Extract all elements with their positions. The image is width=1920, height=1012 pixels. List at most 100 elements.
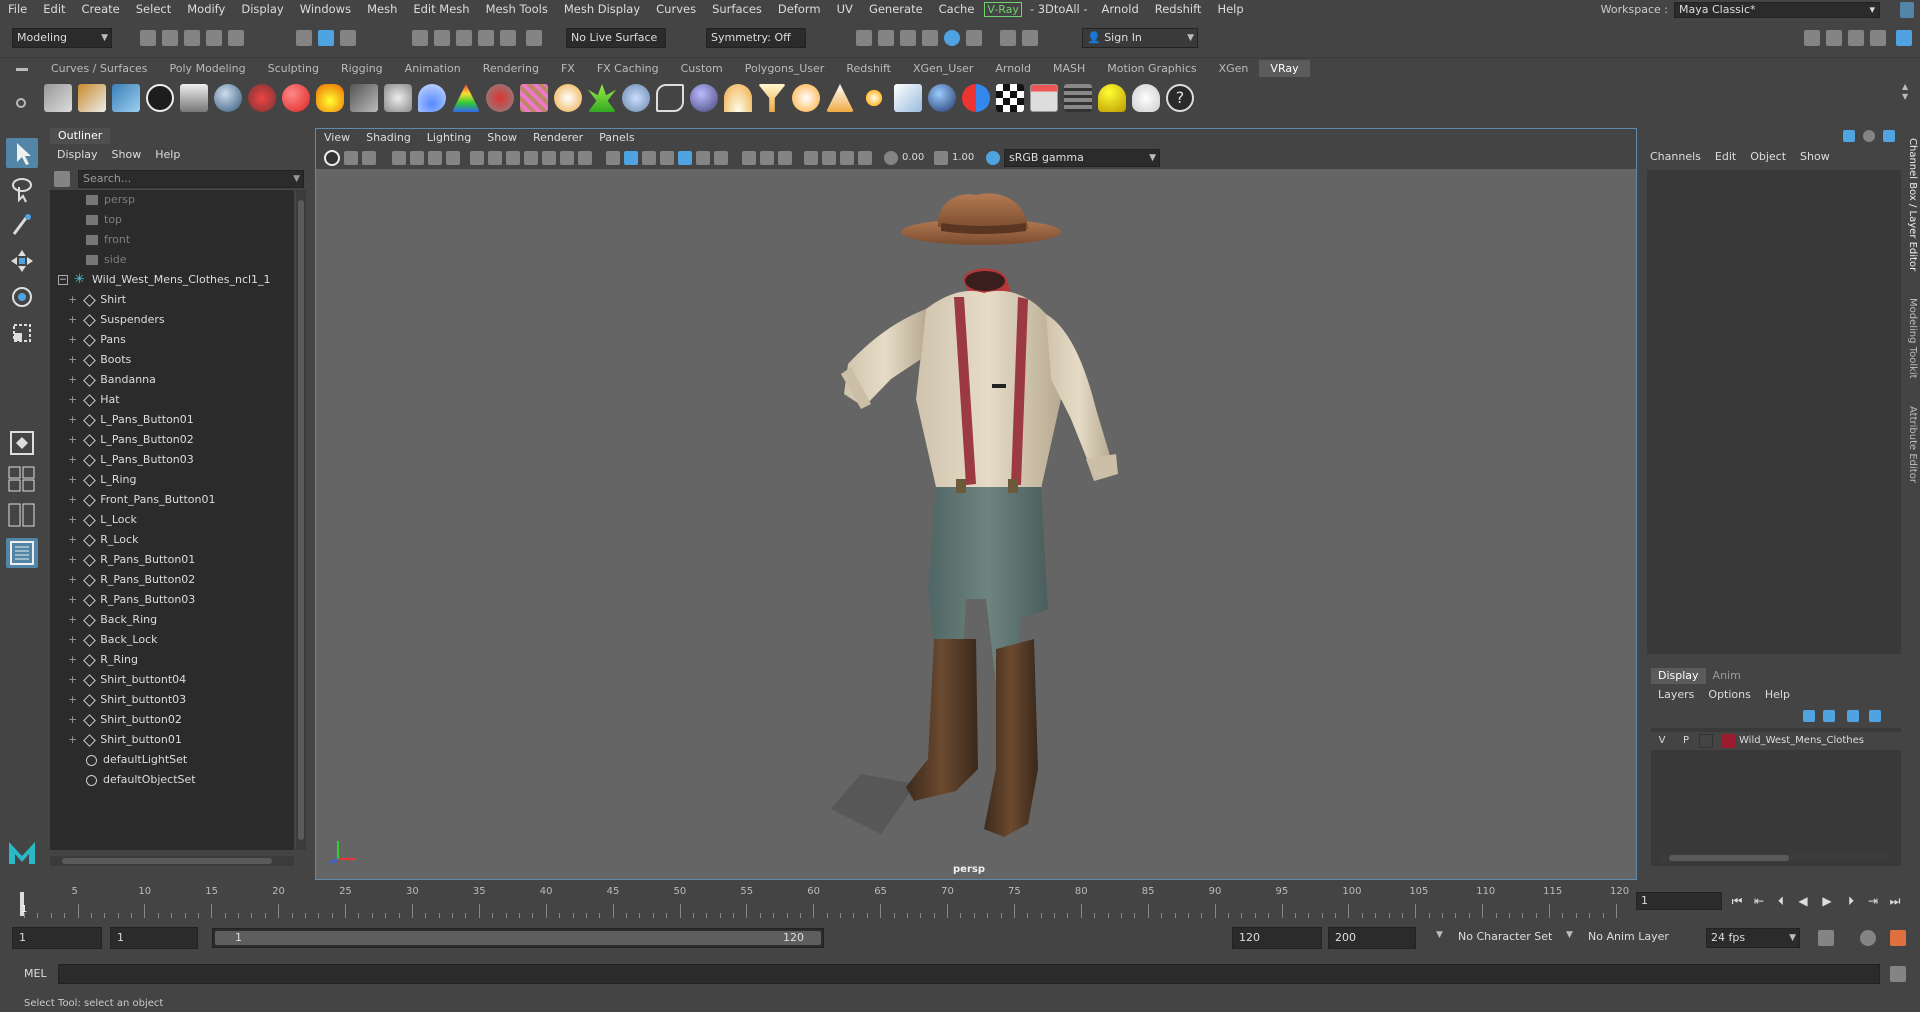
shelf-tab-animation[interactable]: Animation xyxy=(393,60,472,77)
vray-render-icon[interactable] xyxy=(1000,30,1016,46)
playback-range-handle[interactable] xyxy=(215,931,821,945)
shelf-tab-sculpting[interactable]: Sculpting xyxy=(256,60,330,77)
play-forwards-icon[interactable]: ▶ xyxy=(1820,894,1834,908)
shelf-tab-xgen-user[interactable]: XGen_User xyxy=(901,60,985,77)
textured-icon[interactable] xyxy=(660,151,674,165)
viewport-menu-shading[interactable]: Shading xyxy=(358,129,419,147)
vray-ies-light-icon[interactable] xyxy=(826,84,854,112)
viewport-menu-panels[interactable]: Panels xyxy=(591,129,642,147)
grease-pencil-icon[interactable] xyxy=(446,151,460,165)
menu-3dtoall[interactable]: - 3DtoAll - xyxy=(1024,0,1094,18)
channel-box-menu-edit[interactable]: Edit xyxy=(1708,148,1743,166)
undo-icon[interactable] xyxy=(206,30,222,46)
shelf-tab-mash[interactable]: MASH xyxy=(1041,60,1097,77)
expand-icon[interactable]: + xyxy=(68,553,77,566)
vray-render-elements-icon[interactable] xyxy=(180,84,208,112)
expand-icon[interactable]: + xyxy=(68,653,77,666)
vray-mesh-light-icon[interactable] xyxy=(928,84,956,112)
menu-file[interactable]: File xyxy=(0,0,35,18)
playback-range-bar[interactable]: 1 120 xyxy=(212,928,824,948)
vray-spot-light-icon[interactable] xyxy=(758,84,786,112)
display-layer-row[interactable]: V P Wild_West_Mens_Clothes xyxy=(1651,732,1901,750)
ambient-occlusion-icon[interactable] xyxy=(714,151,728,165)
field-chart-icon[interactable] xyxy=(542,151,556,165)
xray-components-icon[interactable] xyxy=(858,151,872,165)
vray-help-icon[interactable]: ? xyxy=(1166,84,1194,112)
vray-water-drop-icon[interactable] xyxy=(418,84,446,112)
vray-displacement-icon[interactable] xyxy=(520,84,548,112)
outliner-menu-display[interactable]: Display xyxy=(50,146,105,164)
redo-icon[interactable] xyxy=(228,30,244,46)
outliner-vertical-scrollbar[interactable] xyxy=(296,190,306,850)
layer-menu-help[interactable]: Help xyxy=(1758,686,1797,704)
use-all-lights-icon[interactable] xyxy=(678,151,692,165)
menu-edit-mesh[interactable]: Edit Mesh xyxy=(405,0,477,18)
menu-create[interactable]: Create xyxy=(74,0,128,18)
anim-layer-label[interactable]: No Anim Layer xyxy=(1588,930,1669,943)
viewport-menu-show[interactable]: Show xyxy=(479,129,525,147)
expand-icon[interactable]: + xyxy=(68,593,77,606)
expand-icon[interactable]: + xyxy=(68,453,77,466)
side-tab-attribute-editor[interactable]: Attribute Editor xyxy=(1907,406,1918,483)
vray-viewport-icon[interactable] xyxy=(324,150,340,166)
outliner-item-r-pans-button03[interactable]: + R_Pans_Button03 xyxy=(68,590,195,610)
menu-help[interactable]: Help xyxy=(1209,0,1251,18)
outliner-item-hat[interactable]: + Hat xyxy=(68,390,120,410)
ipr-render-icon[interactable] xyxy=(900,30,916,46)
vray-light-lister-icon[interactable] xyxy=(962,84,990,112)
film-gate-icon[interactable] xyxy=(488,151,502,165)
isolate-select-icon[interactable] xyxy=(804,151,818,165)
paint-select-tool-icon[interactable] xyxy=(6,210,38,240)
outliner-item-l-pans-button02[interactable]: + L_Pans_Button02 xyxy=(68,430,194,450)
outliner-horizontal-scrollbar[interactable] xyxy=(50,856,294,866)
shelf-tab-fx-caching[interactable]: FX Caching xyxy=(585,60,670,77)
move-layer-down-icon[interactable] xyxy=(1823,710,1835,722)
vray-bulb-icon[interactable] xyxy=(1098,84,1126,112)
outliner-menu-help[interactable]: Help xyxy=(148,146,187,164)
playback-end-field[interactable]: 120 xyxy=(1232,927,1322,949)
snap-vertex-icon[interactable] xyxy=(526,30,542,46)
vray-multi-material-icon[interactable] xyxy=(248,84,276,112)
shelf-menu-icon[interactable] xyxy=(16,68,28,71)
vray-frame-buffer-icon[interactable] xyxy=(78,84,106,112)
outliner-item-shirt-button01[interactable]: + Shirt_button01 xyxy=(68,730,182,750)
render-settings-icon[interactable] xyxy=(922,30,938,46)
outliner-item-r-ring[interactable]: + R_Ring xyxy=(68,650,138,670)
vray-sphere-fade-icon[interactable] xyxy=(622,84,650,112)
select-hierarchy-icon[interactable] xyxy=(296,30,312,46)
expand-icon[interactable]: + xyxy=(68,673,77,686)
menu-redshift[interactable]: Redshift xyxy=(1147,0,1210,18)
expand-icon[interactable]: + xyxy=(68,493,77,506)
shelf-tab-poly-modeling[interactable]: Poly Modeling xyxy=(158,60,257,77)
step-forward-frame-icon[interactable]: ⏵ xyxy=(1844,894,1858,908)
shelf-scroll-icon[interactable]: ▲ ▼ xyxy=(1902,82,1912,112)
camera-attributes-icon[interactable] xyxy=(362,151,376,165)
shelf-tab-xgen[interactable]: XGen xyxy=(1207,60,1260,77)
vray-fire-icon[interactable] xyxy=(316,84,344,112)
open-scene-icon[interactable] xyxy=(162,30,178,46)
exposure-field[interactable]: 0.00 xyxy=(902,151,930,165)
outliner-item-l-lock[interactable]: + L_Lock xyxy=(68,510,137,530)
shelf-tab-curves-surfaces[interactable]: Curves / Surfaces xyxy=(40,60,159,77)
vray-fur-icon[interactable] xyxy=(486,84,514,112)
vray-proxy-icon[interactable] xyxy=(384,84,412,112)
fps-dropdown[interactable]: 24 fps ▼ xyxy=(1706,928,1800,948)
viewport-menu-lighting[interactable]: Lighting xyxy=(419,129,479,147)
exposure-icon[interactable] xyxy=(884,151,898,165)
channel-box-attributes[interactable] xyxy=(1647,170,1901,654)
shelf-tab-rendering[interactable]: Rendering xyxy=(471,60,550,77)
lasso-tool-icon[interactable] xyxy=(6,174,38,204)
outliner-item-r-lock[interactable]: + R_Lock xyxy=(68,530,138,550)
safe-action-icon[interactable] xyxy=(560,151,574,165)
menu-display[interactable]: Display xyxy=(233,0,291,18)
channel-box-menu-show[interactable]: Show xyxy=(1793,148,1837,166)
safe-title-icon[interactable] xyxy=(578,151,592,165)
shelf-tab-custom[interactable]: Custom xyxy=(669,60,734,77)
go-to-end-icon[interactable]: ⏭ xyxy=(1888,894,1902,908)
pause-render-icon[interactable] xyxy=(1022,30,1038,46)
vray-rect-light-icon[interactable] xyxy=(894,84,922,112)
vray-sphere-light-icon[interactable] xyxy=(690,84,718,112)
expand-icon[interactable]: + xyxy=(68,333,77,346)
outliner-item-suspenders[interactable]: + Suspenders xyxy=(68,310,165,330)
new-layer-from-selected-icon[interactable] xyxy=(1869,710,1881,722)
